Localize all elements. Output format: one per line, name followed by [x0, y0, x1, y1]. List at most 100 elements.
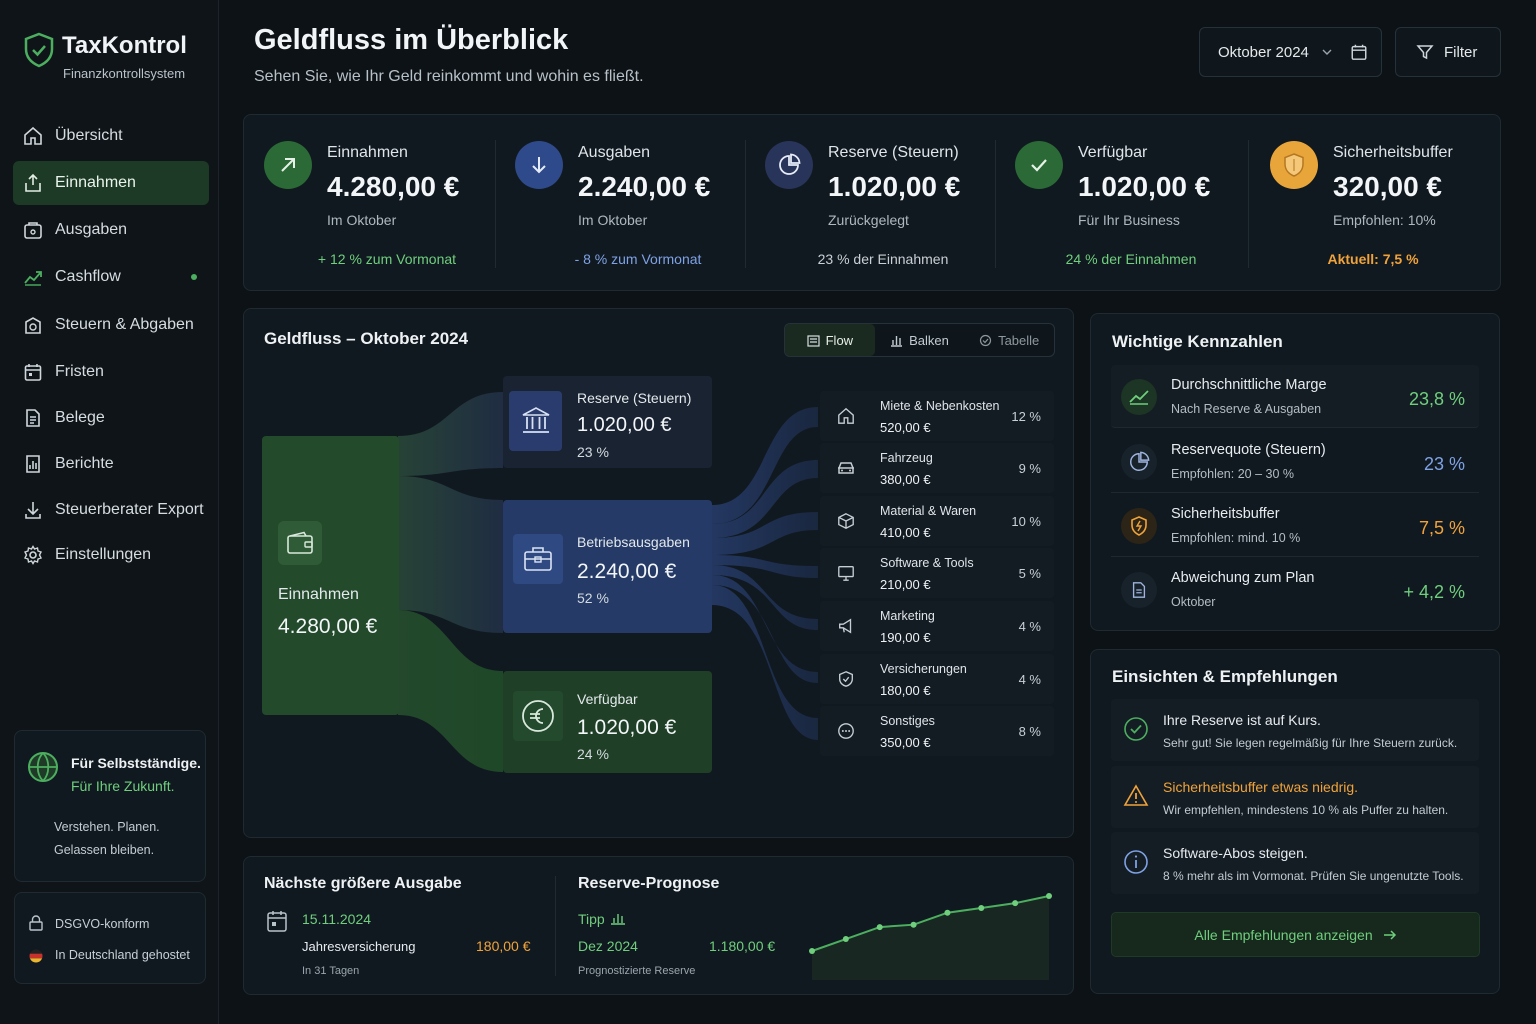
next-expense-due: In 31 Tagen: [302, 965, 360, 977]
flow-link-reserve: [398, 392, 503, 476]
node-label: Betriebsausgaben: [577, 534, 690, 550]
node-value: 1.020,00 €: [577, 414, 672, 436]
expense-name: Marketing: [880, 609, 935, 623]
forecast-tip: Tipp: [578, 911, 605, 927]
briefcase-icon: [513, 534, 563, 584]
arrow-right-icon: [1383, 929, 1397, 940]
flow-node-betriebsausgaben: Betriebsausgaben 2.240,00 € 52 %: [503, 500, 712, 633]
trend-icon: [1121, 379, 1157, 415]
expense-name: Material & Waren: [880, 504, 977, 518]
node-label: Verfügbar: [577, 691, 638, 707]
node-pct: 52 %: [577, 590, 609, 606]
bar-chart-icon: [610, 912, 626, 925]
kennzahlen-title: Wichtige Kennzahlen: [1112, 332, 1283, 351]
expense-item[interactable]: Miete & Nebenkosten 520,00 € 12 %: [820, 391, 1054, 441]
insight-title: Software-Abos steigen.: [1163, 845, 1308, 861]
node-label: Einnahmen: [278, 586, 359, 603]
check-circle-icon: [1123, 716, 1149, 742]
wallet-icon: [278, 521, 322, 565]
sparkline-point: [944, 909, 951, 916]
bank-icon: [509, 391, 562, 451]
expense-item[interactable]: Sonstiges 350,00 € 8 %: [820, 706, 1054, 756]
next-expense-date: 15.11.2024: [302, 911, 372, 927]
expense-item[interactable]: Material & Waren 410,00 € 10 %: [820, 496, 1054, 546]
forecast-title: Reserve-Prognose: [578, 875, 720, 892]
kennzahl-value: 23,8 %: [1408, 389, 1465, 409]
all-recommendations-button[interactable]: Alle Empfehlungen anzeigen: [1111, 912, 1480, 957]
expense-pct: 10 %: [1011, 514, 1041, 529]
sparkline-point: [1046, 893, 1052, 899]
expense-value: 180,00 €: [880, 683, 931, 698]
pie-icon: [1121, 444, 1157, 480]
forecast-amount: 1.180,00 €: [709, 938, 776, 954]
kennzahl-row[interactable]: Abweichung zum Plan Oktober + 4,2 %: [1111, 558, 1479, 621]
expense-name: Miete & Nebenkosten: [880, 399, 1000, 413]
kennzahl-name: Reservequote (Steuern): [1171, 442, 1326, 458]
shield-icon: [1121, 508, 1157, 544]
expense-pct: 9 %: [1018, 461, 1041, 476]
expense-value: 380,00 €: [880, 472, 931, 487]
next-expense-amount: 180,00 €: [476, 938, 531, 954]
kennzahl-sub: Empfohlen: mind. 10 %: [1171, 531, 1301, 545]
flow-link-expenses: [398, 476, 503, 633]
document-icon: [1121, 572, 1157, 608]
node-value: 2.240,00 €: [577, 560, 677, 583]
kennzahl-sub: Empfohlen: 20 – 30 %: [1171, 467, 1294, 481]
kennzahl-sub: Nach Reserve & Ausgaben: [1171, 402, 1322, 416]
expense-item[interactable]: Versicherungen 180,00 € 4 %: [820, 654, 1054, 704]
expense-item[interactable]: Software & Tools 210,00 € 5 %: [820, 548, 1054, 598]
sparkline-point: [1012, 900, 1019, 907]
kennzahl-name: Durchschnittliche Marge: [1171, 377, 1327, 393]
calendar-icon: [266, 909, 288, 933]
insight-item[interactable]: Software-Abos steigen. 8 % mehr als im V…: [1111, 832, 1479, 894]
node-label: Reserve (Steuern): [577, 390, 692, 406]
insight-text: Wir empfehlen, mindestens 10 % als Puffe…: [1163, 803, 1449, 817]
kennzahl-value: 23 %: [1423, 454, 1465, 474]
expense-value: 520,00 €: [880, 420, 931, 435]
expense-item[interactable]: Marketing 190,00 € 4 %: [820, 601, 1054, 651]
home-icon: [832, 402, 860, 430]
sparkline-point: [978, 904, 985, 911]
expense-name: Versicherungen: [880, 662, 967, 676]
forecast-caption: Prognostizierte Reserve: [578, 965, 696, 977]
insight-text: 8 % mehr als im Vormonat. Prüfen Sie ung…: [1163, 869, 1464, 883]
expense-pct: 12 %: [1011, 409, 1041, 424]
expense-name: Software & Tools: [880, 556, 974, 570]
kennzahl-value: + 4,2 %: [1403, 582, 1465, 602]
flow-node-reserve: Reserve (Steuern) 1.020,00 € 23 %: [503, 376, 712, 468]
sparkline-point: [809, 948, 815, 954]
expense-value: 350,00 €: [880, 735, 931, 750]
kennzahl-row[interactable]: Durchschnittliche Marge Nach Reserve & A…: [1111, 365, 1479, 428]
warning-icon: [1123, 783, 1149, 809]
expense-name: Sonstiges: [880, 714, 935, 728]
box-icon: [832, 507, 860, 535]
forecast-sparkline: [809, 893, 1052, 980]
next-expense-title: Nächste größere Ausgabe: [264, 875, 462, 892]
expense-pct: 8 %: [1018, 724, 1041, 739]
expense-value: 190,00 €: [880, 630, 931, 645]
insight-item[interactable]: Sicherheitsbuffer etwas niedrig. Wir emp…: [1111, 766, 1479, 828]
kennzahl-sub: Oktober: [1171, 595, 1216, 609]
expense-pct: 5 %: [1018, 566, 1041, 581]
euro-icon: [513, 691, 563, 741]
insight-text: Sehr gut! Sie legen regelmäßig für Ihre …: [1163, 736, 1458, 750]
flow-link-item: [712, 585, 818, 740]
node-value: 4.280,00 €: [278, 615, 378, 638]
expense-pct: 4 %: [1018, 619, 1041, 634]
kennzahl-row[interactable]: Reservequote (Steuern) Empfohlen: 20 – 3…: [1111, 430, 1479, 493]
megaphone-icon: [832, 612, 860, 640]
sparkline-point: [842, 936, 849, 943]
insights-title: Einsichten & Empfehlungen: [1112, 667, 1338, 686]
forecast-month: Dez 2024: [578, 938, 638, 954]
car-icon: [832, 454, 860, 482]
kennzahl-row[interactable]: Sicherheitsbuffer Empfohlen: mind. 10 % …: [1111, 494, 1479, 557]
expense-item[interactable]: Fahrzeug 380,00 € 9 %: [820, 443, 1054, 493]
node-value: 1.020,00 €: [577, 716, 677, 739]
expense-value: 210,00 €: [880, 577, 931, 592]
flow-node-verfuegbar: Verfügbar 1.020,00 € 24 %: [503, 671, 712, 773]
insight-title: Sicherheitsbuffer etwas niedrig.: [1163, 779, 1359, 795]
insight-item[interactable]: Ihre Reserve ist auf Kurs. Sehr gut! Sie…: [1111, 699, 1479, 761]
expense-pct: 4 %: [1018, 672, 1041, 687]
insight-title: Ihre Reserve ist auf Kurs.: [1163, 712, 1321, 728]
more-icon: [832, 717, 860, 745]
